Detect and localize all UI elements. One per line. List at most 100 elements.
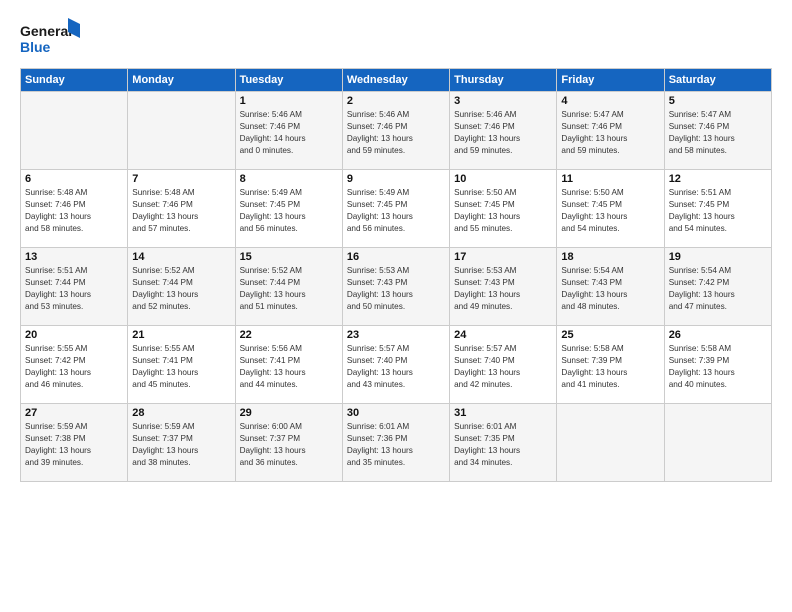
- day-details: Sunrise: 5:46 AM Sunset: 7:46 PM Dayligh…: [454, 109, 552, 157]
- calendar-cell: 16Sunrise: 5:53 AM Sunset: 7:43 PM Dayli…: [342, 248, 449, 326]
- weekday-header-wednesday: Wednesday: [342, 69, 449, 92]
- day-number: 17: [454, 251, 552, 263]
- day-details: Sunrise: 5:57 AM Sunset: 7:40 PM Dayligh…: [347, 343, 445, 391]
- day-number: 7: [132, 173, 230, 185]
- calendar-cell: 7 Sunrise: 5:48 AM Sunset: 7:46 PM Daylig…: [128, 170, 235, 248]
- day-details: Sunrise: 5:46 AM Sunset: 7:46 PM Dayligh…: [347, 109, 445, 157]
- day-details: Sunrise: 5:54 AM Sunset: 7:42 PM Dayligh…: [669, 265, 767, 313]
- day-number: 30: [347, 407, 445, 419]
- calendar-cell: 17 Sunrise: 5:53 AM Sunset: 7:43 PM Dayli…: [450, 248, 557, 326]
- day-number: 2: [347, 95, 445, 107]
- calendar-week-row: 20Sunrise: 5:55 AM Sunset: 7:42 PM Dayli…: [21, 326, 772, 404]
- calendar-cell: 4Sunrise: 5:47 AM Sunset: 7:46 PM Daylig…: [557, 92, 664, 170]
- calendar-cell: 30Sunrise: 6:01 AM Sunset: 7:36 PM Dayli…: [342, 404, 449, 482]
- day-number: 11: [561, 173, 659, 185]
- calendar-cell: 22 Sunrise: 5:56 AM Sunset: 7:41 PM Dayli…: [235, 326, 342, 404]
- day-details: Sunrise: 5:57 AM Sunset: 7:40 PM Dayligh…: [454, 343, 552, 391]
- day-details: Sunrise: 5:55 AM Sunset: 7:42 PM Dayligh…: [25, 343, 123, 391]
- day-details: Sunrise: 5:51 AM Sunset: 7:44 PM Dayligh…: [25, 265, 123, 313]
- day-number: 21: [132, 329, 230, 341]
- calendar-cell: [664, 404, 771, 482]
- day-number: 27: [25, 407, 123, 419]
- calendar-cell: 9 Sunrise: 5:49 AM Sunset: 7:45 PM Daylig…: [342, 170, 449, 248]
- calendar-cell: 31 Sunrise: 6:01 AM Sunset: 7:35 PM Dayli…: [450, 404, 557, 482]
- calendar-cell: 11 Sunrise: 5:50 AM Sunset: 7:45 PM Dayli…: [557, 170, 664, 248]
- weekday-header-sunday: Sunday: [21, 69, 128, 92]
- day-details: Sunrise: 5:46 AM Sunset: 7:46 PM Dayligh…: [240, 109, 338, 157]
- day-number: 18: [561, 251, 659, 263]
- day-details: Sunrise: 5:59 AM Sunset: 7:38 PM Dayligh…: [25, 421, 123, 469]
- day-number: 29: [240, 407, 338, 419]
- calendar-cell: [21, 92, 128, 170]
- calendar-cell: 5 Sunrise: 5:47 AM Sunset: 7:46 PM Daylig…: [664, 92, 771, 170]
- day-details: Sunrise: 6:01 AM Sunset: 7:35 PM Dayligh…: [454, 421, 552, 469]
- calendar-table: SundayMondayTuesdayWednesdayThursdayFrid…: [20, 68, 772, 482]
- day-number: 15: [240, 251, 338, 263]
- day-details: Sunrise: 5:48 AM Sunset: 7:46 PM Dayligh…: [25, 187, 123, 235]
- day-details: Sunrise: 5:50 AM Sunset: 7:45 PM Dayligh…: [561, 187, 659, 235]
- calendar-cell: 8Sunrise: 5:49 AM Sunset: 7:45 PM Daylig…: [235, 170, 342, 248]
- weekday-header-thursday: Thursday: [450, 69, 557, 92]
- calendar-cell: 3Sunrise: 5:46 AM Sunset: 7:46 PM Daylig…: [450, 92, 557, 170]
- day-number: 23: [347, 329, 445, 341]
- day-details: Sunrise: 6:00 AM Sunset: 7:37 PM Dayligh…: [240, 421, 338, 469]
- calendar-cell: 1Sunrise: 5:46 AM Sunset: 7:46 PM Daylig…: [235, 92, 342, 170]
- day-number: 19: [669, 251, 767, 263]
- page-header: GeneralBlue: [20, 18, 772, 58]
- day-details: Sunrise: 5:49 AM Sunset: 7:45 PM Dayligh…: [347, 187, 445, 235]
- calendar-cell: 18 Sunrise: 5:54 AM Sunset: 7:43 PM Dayli…: [557, 248, 664, 326]
- day-details: Sunrise: 5:56 AM Sunset: 7:41 PM Dayligh…: [240, 343, 338, 391]
- day-details: Sunrise: 5:53 AM Sunset: 7:43 PM Dayligh…: [347, 265, 445, 313]
- calendar-cell: [557, 404, 664, 482]
- day-details: Sunrise: 5:58 AM Sunset: 7:39 PM Dayligh…: [561, 343, 659, 391]
- calendar-cell: 29 Sunrise: 6:00 AM Sunset: 7:37 PM Dayli…: [235, 404, 342, 482]
- logo: GeneralBlue: [20, 18, 80, 58]
- weekday-header-monday: Monday: [128, 69, 235, 92]
- calendar-cell: 13 Sunrise: 5:51 AM Sunset: 7:44 PM Dayli…: [21, 248, 128, 326]
- day-number: 28: [132, 407, 230, 419]
- day-number: 10: [454, 173, 552, 185]
- day-details: Sunrise: 5:55 AM Sunset: 7:41 PM Dayligh…: [132, 343, 230, 391]
- weekday-header-tuesday: Tuesday: [235, 69, 342, 92]
- calendar-cell: 28 Sunrise: 5:59 AM Sunset: 7:37 PM Dayli…: [128, 404, 235, 482]
- day-number: 31: [454, 407, 552, 419]
- day-details: Sunrise: 5:53 AM Sunset: 7:43 PM Dayligh…: [454, 265, 552, 313]
- day-number: 12: [669, 173, 767, 185]
- calendar-week-row: 6 Sunrise: 5:48 AM Sunset: 7:46 PM Daylig…: [21, 170, 772, 248]
- calendar-cell: [128, 92, 235, 170]
- weekday-header-friday: Friday: [557, 69, 664, 92]
- calendar-cell: 10 Sunrise: 5:50 AM Sunset: 7:45 PM Dayli…: [450, 170, 557, 248]
- day-number: 6: [25, 173, 123, 185]
- calendar-week-row: 13 Sunrise: 5:51 AM Sunset: 7:44 PM Dayli…: [21, 248, 772, 326]
- calendar-cell: 26Sunrise: 5:58 AM Sunset: 7:39 PM Dayli…: [664, 326, 771, 404]
- day-number: 22: [240, 329, 338, 341]
- logo-svg: GeneralBlue: [20, 18, 80, 58]
- calendar-cell: 6 Sunrise: 5:48 AM Sunset: 7:46 PM Daylig…: [21, 170, 128, 248]
- weekday-header-saturday: Saturday: [664, 69, 771, 92]
- day-number: 5: [669, 95, 767, 107]
- calendar-week-row: 27 Sunrise: 5:59 AM Sunset: 7:38 PM Dayli…: [21, 404, 772, 482]
- day-details: Sunrise: 5:54 AM Sunset: 7:43 PM Dayligh…: [561, 265, 659, 313]
- calendar-cell: 23 Sunrise: 5:57 AM Sunset: 7:40 PM Dayli…: [342, 326, 449, 404]
- calendar-week-row: 1Sunrise: 5:46 AM Sunset: 7:46 PM Daylig…: [21, 92, 772, 170]
- weekday-header-row: SundayMondayTuesdayWednesdayThursdayFrid…: [21, 69, 772, 92]
- day-details: Sunrise: 5:47 AM Sunset: 7:46 PM Dayligh…: [669, 109, 767, 157]
- day-number: 25: [561, 329, 659, 341]
- day-number: 14: [132, 251, 230, 263]
- day-details: Sunrise: 5:59 AM Sunset: 7:37 PM Dayligh…: [132, 421, 230, 469]
- calendar-cell: 15 Sunrise: 5:52 AM Sunset: 7:44 PM Dayli…: [235, 248, 342, 326]
- day-details: Sunrise: 5:51 AM Sunset: 7:45 PM Dayligh…: [669, 187, 767, 235]
- day-number: 26: [669, 329, 767, 341]
- day-number: 13: [25, 251, 123, 263]
- calendar-cell: 21 Sunrise: 5:55 AM Sunset: 7:41 PM Dayli…: [128, 326, 235, 404]
- day-details: Sunrise: 5:48 AM Sunset: 7:46 PM Dayligh…: [132, 187, 230, 235]
- day-details: Sunrise: 5:52 AM Sunset: 7:44 PM Dayligh…: [132, 265, 230, 313]
- day-details: Sunrise: 5:52 AM Sunset: 7:44 PM Dayligh…: [240, 265, 338, 313]
- calendar-cell: 24Sunrise: 5:57 AM Sunset: 7:40 PM Dayli…: [450, 326, 557, 404]
- day-details: Sunrise: 5:47 AM Sunset: 7:46 PM Dayligh…: [561, 109, 659, 157]
- day-number: 9: [347, 173, 445, 185]
- calendar-cell: 2 Sunrise: 5:46 AM Sunset: 7:46 PM Daylig…: [342, 92, 449, 170]
- day-number: 8: [240, 173, 338, 185]
- svg-text:General: General: [20, 23, 72, 39]
- day-details: Sunrise: 5:50 AM Sunset: 7:45 PM Dayligh…: [454, 187, 552, 235]
